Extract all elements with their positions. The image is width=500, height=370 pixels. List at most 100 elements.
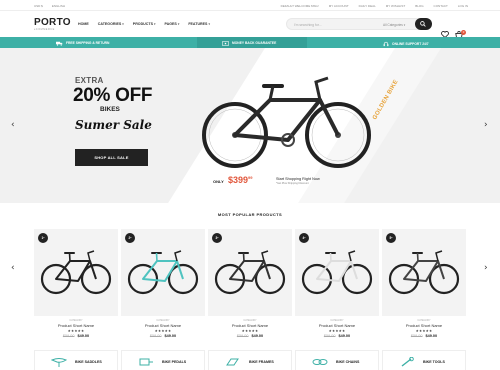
daily-deal-link[interactable]: DAILY DEAL [359,4,376,8]
search-category-select[interactable]: All Categories ▾ [383,23,405,27]
category-bike-frames[interactable]: BIKE FRAMES [208,350,292,370]
frame-icon [226,358,239,366]
rank-badge: 2º [125,233,135,243]
product-prices: $59.00 $49.00 [295,334,379,338]
product-category[interactable]: CATEGORY [208,319,292,322]
product-category[interactable]: CATEGORY [382,319,466,322]
saddle-icon [51,358,67,367]
product-name[interactable]: Product Short Name [121,323,205,328]
site-logo[interactable]: PORTO eCOMMERCE [34,17,71,31]
hero-script-title: Sumer Sale [75,118,152,132]
promo-bar: FREE SHIPPING & RETURN MONEY BACK GUARAN… [0,37,500,48]
current-price: $49.00 [251,334,264,338]
product-name[interactable]: Product Short Name [295,323,379,328]
product-image[interactable]: 2º [121,229,205,316]
nav-home-label: HOME [78,22,89,26]
product-image[interactable]: 1º [34,229,118,316]
product-rating: ★★★★★ [154,329,172,333]
promo-money-back-label: MONEY BACK GUARANTEE [232,41,277,45]
product-card[interactable]: 5º CATEGORY Product Short Name ★★★★★ $59.00 $… [382,229,466,338]
nav-categories[interactable]: CATEGORIES ▾ [98,22,124,26]
product-prices: $59.00 $49.00 [121,334,205,338]
site-header: PORTO eCOMMERCE HOME CATEGORIES ▾ PRODUCT… [0,11,500,39]
product-name[interactable]: Product Short Name [382,323,466,328]
hero-bike-image [202,76,371,168]
hero-subject: BIKES [100,106,120,113]
tool-icon [401,357,414,367]
currency-selector[interactable]: USD $ [34,4,43,8]
old-price: $59.00 [149,334,162,338]
language-selector[interactable]: ENGLISH [52,4,65,8]
hero-prev-arrow[interactable]: ‹ [11,120,15,130]
product-prices: $59.00 $49.00 [382,334,466,338]
old-price: $59.00 [323,334,336,338]
nav-pages-label: PAGES [164,22,177,26]
search-input[interactable]: I'm searching for... [294,23,322,27]
my-account-link[interactable]: MY ACCOUNT [329,4,349,8]
old-price: $59.00 [62,334,75,338]
logo-subtitle: eCOMMERCE [34,28,55,31]
product-category[interactable]: CATEGORY [34,319,118,322]
rank-badge: 4º [299,233,309,243]
hero-headline: 20% OFF [73,85,153,106]
contact-link[interactable]: CONTACT [434,4,448,8]
hero-banner: ‹ › EXTRA 20% OFF BIKES Sumer Sale SHOP … [0,48,500,203]
login-link[interactable]: LOG IN [458,4,468,8]
product-card[interactable]: 1º CATEGORY Product Short Name ★★★★★ $59.00 $… [34,229,118,338]
popular-products-title: MOST POPULAR PRODUCTS [217,212,283,217]
main-nav: HOME CATEGORIES ▾ PRODUCTS ▾ PAGES ▾ FEATUR… [78,22,210,26]
nav-features[interactable]: FEATURES ▾ [188,22,210,26]
search-category-label: All Categories [383,23,403,27]
category-bike-tools[interactable]: BIKE TOOLS [382,350,466,370]
promo-online-support: ONLINE SUPPORT 24/7 [383,41,429,47]
bike-icon [127,250,199,295]
search-button[interactable] [415,18,432,30]
category-bike-saddles[interactable]: BIKE SADDLES [34,350,118,370]
current-price: $49.00 [338,334,351,338]
blog-link[interactable]: BLOG [415,4,423,8]
product-card[interactable]: 3º CATEGORY Product Short Name ★★★★★ $59.00 $… [208,229,292,338]
search-bar[interactable]: I'm searching for... All Categories ▾ [286,18,432,30]
products-prev-arrow[interactable]: ‹ [11,263,15,273]
product-prices: $59.00 $49.00 [34,334,118,338]
price-only-label: ONLY [213,179,224,184]
truck-icon [56,41,63,46]
support-icon [383,41,389,46]
logo-text: PORTO [34,17,71,28]
product-category[interactable]: CATEGORY [121,319,205,322]
search-icon [420,21,426,27]
old-price: $59.00 [410,334,423,338]
hero-price: $39999 [228,175,252,185]
product-category[interactable]: CATEGORY [295,319,379,322]
bike-icon [388,250,460,295]
money-icon [222,40,229,46]
nav-pages[interactable]: PAGES ▾ [164,22,179,26]
category-bike-pedals[interactable]: BIKE PEDALS [121,350,205,370]
chain-icon [312,359,328,365]
product-image[interactable]: 3º [208,229,292,316]
hero-extra: EXTRA [75,76,104,85]
hero-next-arrow[interactable]: › [484,120,488,130]
products-next-arrow[interactable]: › [484,263,488,273]
product-prices: $59.00 $49.00 [208,334,292,338]
cart-count-badge: 0 [461,30,466,35]
nav-categories-label: CATEGORIES [97,22,122,26]
current-price: $49.00 [425,334,438,338]
category-bike-chains[interactable]: BIKE CHAINS [295,350,379,370]
nav-products[interactable]: PRODUCTS ▾ [133,22,156,26]
product-name[interactable]: Product Short Name [208,323,292,328]
product-image[interactable]: 4º [295,229,379,316]
product-name[interactable]: Product Short Name [34,323,118,328]
my-wishlist-link[interactable]: MY WISHLIST [386,4,405,8]
promo-free-shipping-label: FREE SHIPPING & RETURN [66,41,110,45]
product-rating: ★★★★★ [67,329,85,333]
product-card[interactable]: 4º CATEGORY Product Short Name ★★★★★ $59.00 $… [295,229,379,338]
category-label: BIKE CHAINS [336,360,360,364]
product-card[interactable]: 2º CATEGORY Product Short Name ★★★★★ $59.00 $… [121,229,205,338]
shop-all-sale-button[interactable]: SHOP ALL SALE [75,149,148,166]
pedal-icon [139,358,153,366]
nav-home[interactable]: HOME [78,22,89,26]
product-image[interactable]: 5º [382,229,466,316]
category-label: BIKE TOOLS [423,360,445,364]
rank-badge: 5º [386,233,396,243]
